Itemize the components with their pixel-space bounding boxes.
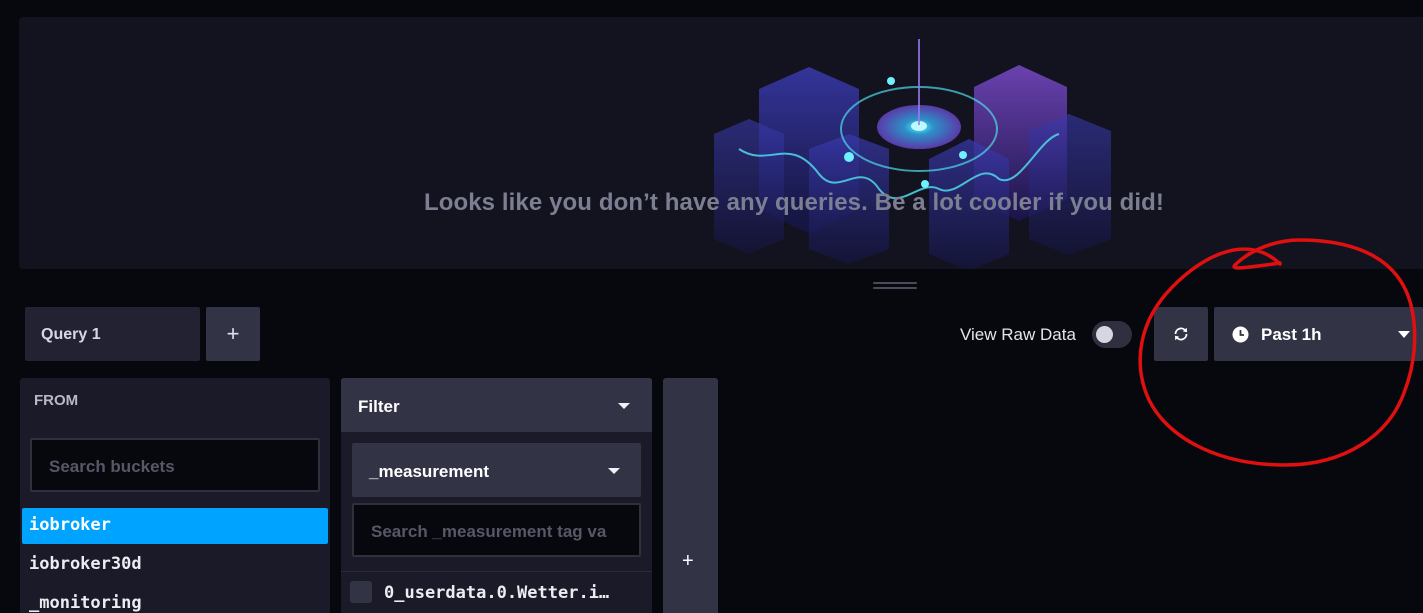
bucket-item-iobroker[interactable]: iobroker bbox=[22, 508, 328, 544]
view-raw-data-label: View Raw Data bbox=[960, 325, 1076, 344]
toggle-knob bbox=[1096, 326, 1113, 343]
clock-icon bbox=[1232, 326, 1249, 343]
bucket-search-input[interactable]: Search buckets bbox=[30, 438, 320, 492]
view-raw-data-toggle[interactable] bbox=[1092, 321, 1132, 348]
graph-panel: Looks like you don’t have any queries. B… bbox=[19, 17, 1423, 269]
tag-value-label: 0_userdata.0.Wetter.i… bbox=[384, 583, 610, 603]
add-query-button[interactable]: + bbox=[206, 307, 260, 361]
query-tab-1[interactable]: Query 1 bbox=[25, 307, 200, 361]
chevron-down-icon bbox=[1398, 331, 1410, 338]
tag-value-checkbox[interactable] bbox=[350, 581, 372, 603]
chevron-down-icon bbox=[608, 468, 620, 474]
tag-key-dropdown[interactable]: _measurement bbox=[352, 443, 641, 497]
filter-panel: Filter _measurement Search _measurement … bbox=[341, 378, 652, 613]
time-range-label: Past 1h bbox=[1261, 325, 1322, 344]
time-range-dropdown[interactable]: Past 1h bbox=[1214, 307, 1423, 361]
tag-value-row[interactable]: 0_userdata.0.Wetter.i… bbox=[341, 571, 652, 611]
refresh-icon bbox=[1174, 327, 1188, 341]
bucket-list: iobroker iobroker30d _monitoring bbox=[22, 508, 328, 613]
chevron-down-icon bbox=[618, 403, 630, 409]
from-title: FROM bbox=[34, 392, 79, 409]
tag-key-label: _measurement bbox=[369, 462, 490, 481]
filter-function-label: Filter bbox=[358, 397, 400, 416]
empty-state-illustration bbox=[714, 39, 1111, 269]
tag-value-search-input[interactable]: Search _measurement tag va bbox=[352, 503, 641, 557]
filter-function-dropdown[interactable]: Filter bbox=[341, 378, 652, 432]
from-panel: FROM Search buckets iobroker iobroker30d… bbox=[20, 378, 330, 613]
bucket-item-iobroker30d[interactable]: iobroker30d bbox=[22, 547, 328, 583]
bucket-item-monitoring[interactable]: _monitoring bbox=[22, 586, 328, 613]
empty-state-message: Looks like you don’t have any queries. B… bbox=[423, 189, 1165, 216]
add-filter-button[interactable]: + bbox=[663, 378, 718, 613]
add-filter-label: + bbox=[682, 550, 694, 572]
panel-resize-handle[interactable] bbox=[873, 282, 917, 290]
refresh-button[interactable] bbox=[1154, 307, 1208, 361]
